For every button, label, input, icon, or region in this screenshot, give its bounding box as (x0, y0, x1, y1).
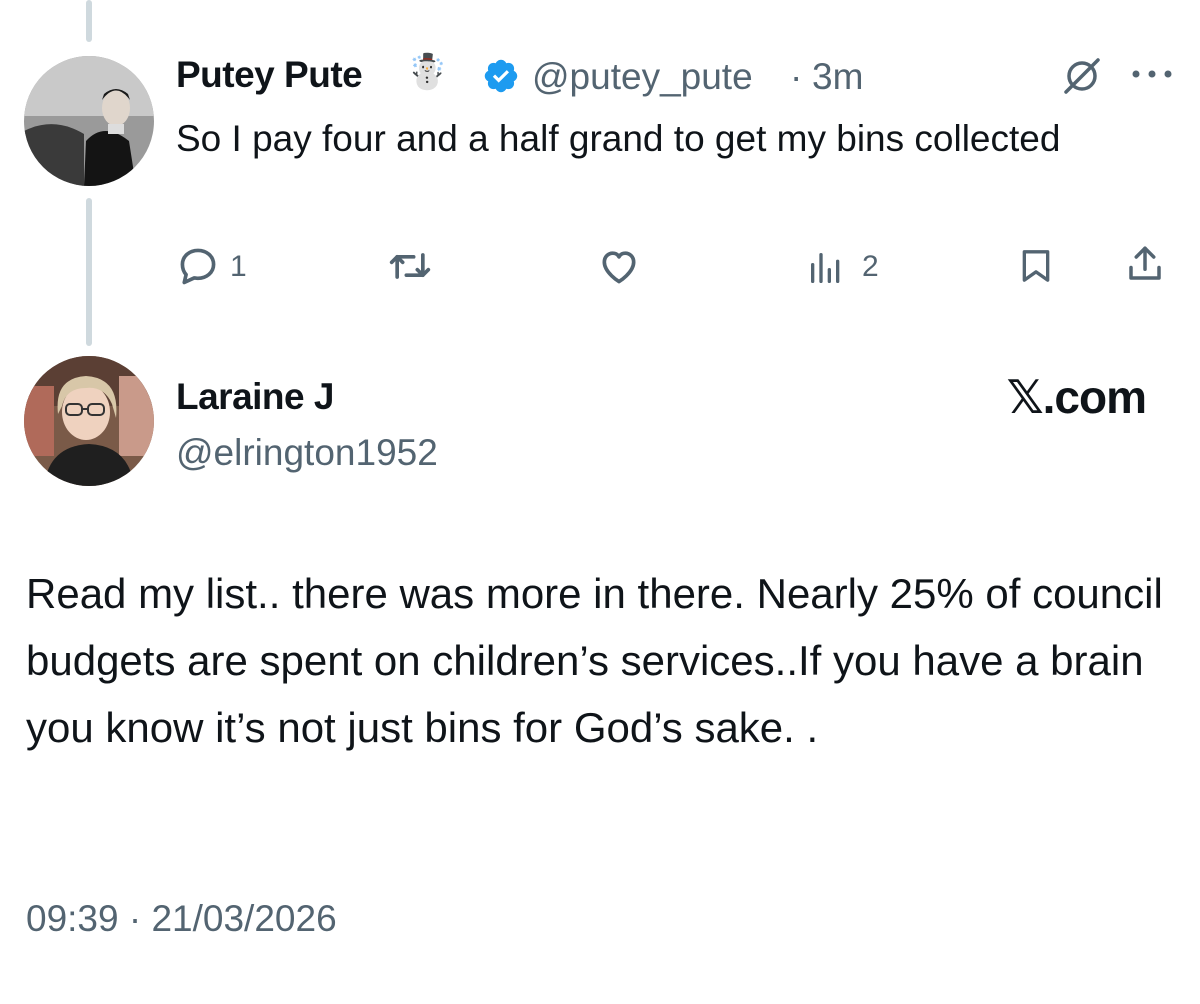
tweet-text: So I pay four and a half grand to get my… (176, 118, 1061, 159)
avatar-putey-pute[interactable] (24, 56, 154, 186)
author-name[interactable]: Putey Pute (176, 54, 363, 96)
reply-count: 1 (230, 250, 247, 283)
share-icon[interactable] (1124, 242, 1166, 286)
reply-text: Read my list.. there was more in there. … (26, 570, 1163, 751)
reply-author-name[interactable]: Laraine J (176, 376, 334, 418)
meta-separator: · (790, 56, 803, 97)
name-emoji: ☃️ (406, 53, 449, 91)
bookmark-icon[interactable] (1016, 244, 1056, 288)
reply-timestamp[interactable]: 09:39 · 21/03/2026 (26, 898, 337, 940)
views-icon[interactable] (806, 248, 846, 288)
thread-line (86, 198, 92, 346)
view-count: 2 (862, 250, 879, 283)
tweet-age[interactable]: 3m (812, 56, 863, 98)
repost-icon[interactable] (386, 244, 434, 288)
author-handle[interactable]: @putey_pute (532, 56, 753, 98)
verified-badge-icon (484, 59, 518, 93)
more-icon[interactable] (1130, 66, 1174, 82)
like-icon[interactable] (596, 244, 642, 288)
reply-icon[interactable] (176, 244, 220, 288)
avatar-laraine-j[interactable] (24, 356, 154, 486)
grok-icon[interactable] (1060, 54, 1104, 98)
watermark: 𝕏.com (1006, 371, 1147, 423)
reply-author-handle[interactable]: @elrington1952 (176, 432, 438, 474)
thread-line-top (86, 0, 92, 42)
